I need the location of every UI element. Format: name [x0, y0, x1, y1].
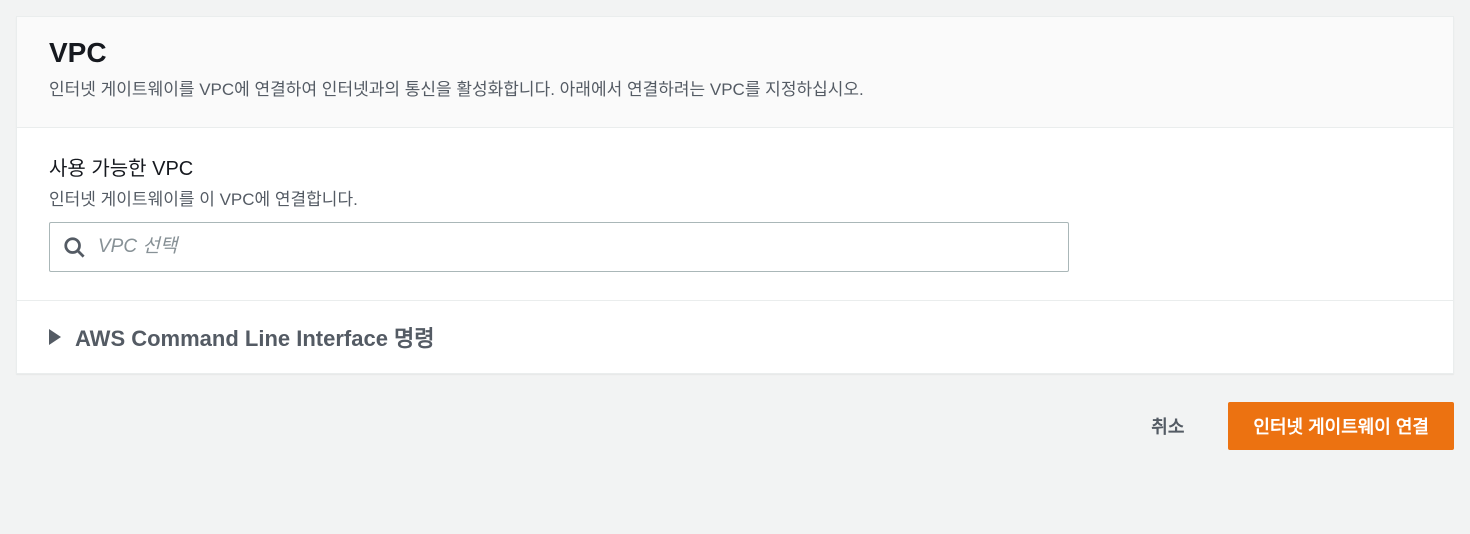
footer-actions: 취소 인터넷 게이트웨이 연결 — [16, 374, 1454, 458]
attach-gateway-button[interactable]: 인터넷 게이트웨이 연결 — [1228, 402, 1454, 450]
cli-section-title: AWS Command Line Interface 명령 — [75, 321, 435, 353]
cli-expandable-section: AWS Command Line Interface 명령 — [17, 300, 1453, 373]
panel-header: VPC 인터넷 게이트웨이를 VPC에 연결하여 인터넷과의 통신을 활성화합니… — [17, 17, 1453, 128]
cancel-button[interactable]: 취소 — [1127, 403, 1208, 449]
search-icon — [63, 236, 85, 258]
vpc-field-label: 사용 가능한 VPC — [49, 152, 1421, 181]
vpc-select-wrapper — [49, 222, 1069, 272]
page-title: VPC — [49, 37, 1421, 69]
page-description: 인터넷 게이트웨이를 VPC에 연결하여 인터넷과의 통신을 활성화합니다. 아… — [49, 77, 1421, 103]
vpc-panel: VPC 인터넷 게이트웨이를 VPC에 연결하여 인터넷과의 통신을 활성화합니… — [16, 16, 1454, 374]
cli-expandable-toggle[interactable]: AWS Command Line Interface 명령 — [49, 321, 1421, 353]
vpc-select-input[interactable] — [49, 222, 1069, 272]
vpc-field-description: 인터넷 게이트웨이를 이 VPC에 연결합니다. — [49, 185, 1421, 210]
caret-right-icon — [49, 329, 61, 345]
panel-body: 사용 가능한 VPC 인터넷 게이트웨이를 이 VPC에 연결합니다. — [17, 128, 1453, 300]
